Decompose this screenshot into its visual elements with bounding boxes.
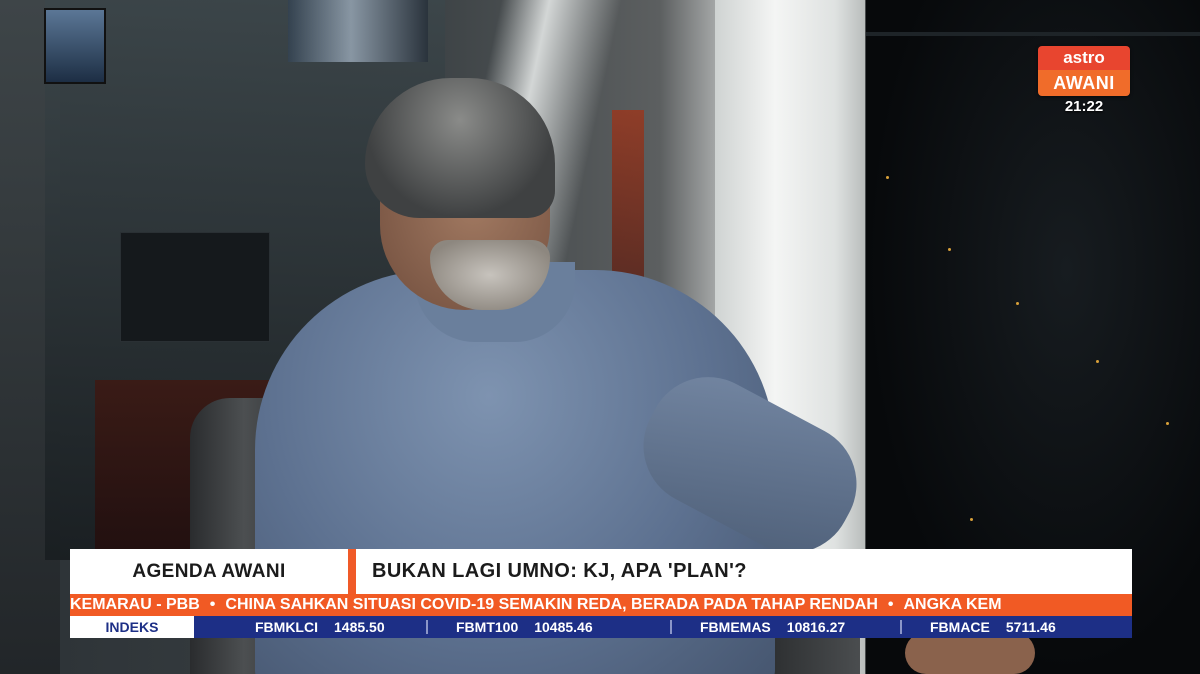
- backdrop-light: [1166, 422, 1169, 425]
- index-name: FBMEMAS: [700, 619, 771, 635]
- index-value: 5711.46: [1005, 619, 1056, 635]
- ticker-separator: •: [887, 596, 894, 613]
- backdrop-light: [886, 176, 889, 179]
- background-screen: [288, 0, 428, 62]
- index-value: 10485.46: [534, 619, 593, 635]
- index-name: FBMACE: [930, 619, 990, 635]
- backdrop-rail: [866, 32, 1200, 36]
- index-name: FBMKLCI: [255, 619, 318, 635]
- backdrop-light: [1016, 302, 1019, 305]
- logo-channel-text: AWANI: [1038, 70, 1130, 96]
- lower-third-banner: AGENDA AWANI BUKAN LAGI UMNO: KJ, APA 'P…: [70, 549, 1132, 594]
- backdrop-light: [1096, 360, 1099, 363]
- background-monitor: [44, 8, 106, 84]
- ticker-separator: •: [209, 596, 216, 613]
- index-separator: [900, 620, 902, 634]
- ticker-item: ANGKA KEM: [903, 596, 1002, 613]
- ticker-item: KEMARAU - PBB: [70, 596, 200, 613]
- market-index: FBMACE 5711.46: [930, 616, 1056, 638]
- program-title: AGENDA AWANI: [132, 561, 286, 582]
- index-separator: [426, 620, 428, 634]
- index-value: 1485.50: [334, 619, 385, 635]
- banner-divider: [348, 549, 356, 594]
- index-name: FBMT100: [456, 619, 519, 635]
- market-index: FBMT100 10485.46: [456, 616, 593, 638]
- market-label: INDEKS: [70, 616, 194, 638]
- backdrop-light: [948, 248, 951, 251]
- market-index: FBMEMAS 10816.27: [700, 616, 845, 638]
- ticker-item: CHINA SAHKAN SITUASI COVID-19 SEMAKIN RE…: [225, 596, 878, 613]
- news-ticker: KEMARAU - PBB • CHINA SAHKAN SITUASI COVID…: [70, 594, 1132, 616]
- channel-logo: astro AWANI: [1038, 46, 1130, 96]
- background-desk-monitor: [120, 232, 270, 342]
- broadcast-clock: 21:22: [1064, 98, 1104, 115]
- index-separator: [670, 620, 672, 634]
- background-light: [612, 110, 644, 290]
- backdrop-light: [970, 518, 973, 521]
- index-value: 10816.27: [786, 619, 846, 635]
- market-index: FBMKLCI 1485.50: [255, 616, 385, 638]
- guest-hair: [365, 78, 555, 218]
- guest-hand: [905, 632, 1035, 674]
- logo-brand-text: astro: [1038, 46, 1130, 70]
- market-index-strip: INDEKS FBMKLCI 1485.50 FBMT100 10485.46 FB…: [70, 616, 1132, 638]
- headline-text: BUKAN LAGI UMNO: KJ, APA 'PLAN'?: [372, 560, 747, 582]
